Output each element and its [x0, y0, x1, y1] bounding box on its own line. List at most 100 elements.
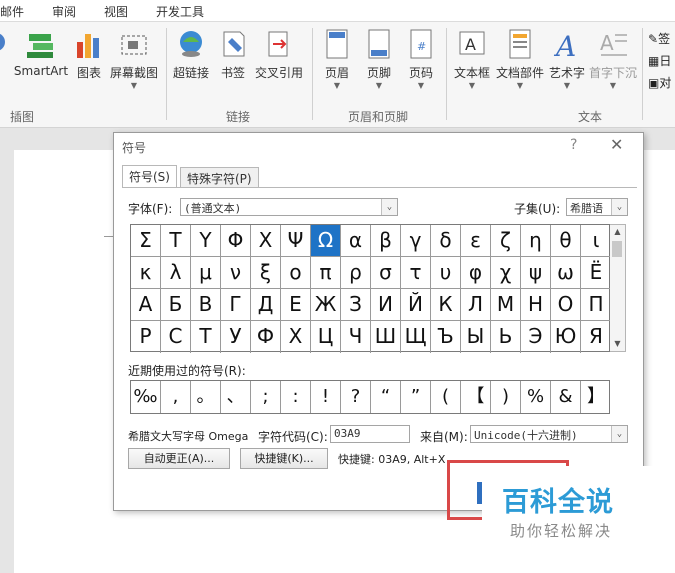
scroll-up-icon[interactable]: ▲ — [610, 225, 625, 239]
symbol-cell[interactable]: λ — [161, 257, 191, 289]
symbol-cell[interactable]: Я — [581, 321, 611, 353]
symbol-cell[interactable]: Ш — [371, 321, 401, 353]
symbol-cell[interactable]: υ — [431, 257, 461, 289]
symbol-cell[interactable]: С — [161, 321, 191, 353]
symbol-cell[interactable]: Г — [221, 289, 251, 321]
symbol-cell[interactable]: τ — [401, 257, 431, 289]
symbol-cell[interactable]: ν — [221, 257, 251, 289]
object-button[interactable]: ▣对 — [648, 74, 671, 91]
symbol-cell[interactable]: δ — [431, 225, 461, 257]
hyperlink-button[interactable]: 超链接 — [172, 28, 210, 81]
symbol-cell[interactable]: Л — [461, 289, 491, 321]
screenshot-button[interactable]: 屏幕截图 ▼ — [108, 28, 160, 91]
bookmark-button[interactable]: 书签 — [218, 28, 248, 81]
font-select[interactable]: (普通文本) ⌄ — [180, 198, 398, 216]
symbol-cell[interactable]: μ — [191, 257, 221, 289]
symbol-cell[interactable]: Ё — [581, 257, 611, 289]
symbol-cell[interactable]: ο — [281, 257, 311, 289]
recent-symbol-cell[interactable]: 】 — [581, 381, 611, 413]
recent-symbol-cell[interactable]: ( — [431, 381, 461, 413]
symbol-cell[interactable]: И — [371, 289, 401, 321]
symbol-cell[interactable]: В — [191, 289, 221, 321]
scroll-down-icon[interactable]: ▼ — [610, 337, 625, 351]
symbol-cell[interactable]: α — [341, 225, 371, 257]
symbol-cell[interactable]: Υ — [191, 225, 221, 257]
tab-review[interactable]: 审阅 — [52, 3, 76, 20]
recent-symbol-cell[interactable]: ; — [251, 381, 281, 413]
subset-select[interactable]: 希腊语 ⌄ — [566, 198, 628, 216]
charcode-input[interactable]: 03A9 — [330, 425, 410, 443]
symbol-cell[interactable]: ξ — [251, 257, 281, 289]
shapes-button[interactable] — [0, 28, 6, 64]
recent-symbol-cell[interactable]: : — [281, 381, 311, 413]
recent-symbol-cell[interactable]: “ — [371, 381, 401, 413]
symbol-cell[interactable]: У — [221, 321, 251, 353]
symbol-cell[interactable]: Е — [281, 289, 311, 321]
symbol-grid-scrollbar[interactable]: ▲ ▼ — [610, 224, 626, 352]
symbol-cell[interactable]: Ч — [341, 321, 371, 353]
symbol-cell[interactable]: ρ — [341, 257, 371, 289]
tab-mailings[interactable]: 邮件 — [0, 3, 24, 20]
symbol-cell[interactable]: φ — [461, 257, 491, 289]
recent-symbol-cell[interactable]: 【 — [461, 381, 491, 413]
symbol-cell[interactable]: Б — [161, 289, 191, 321]
wordart-button[interactable]: A 艺术字 ▼ — [548, 28, 586, 91]
symbol-cell[interactable]: Φ — [221, 225, 251, 257]
symbol-cell[interactable]: β — [371, 225, 401, 257]
close-icon[interactable]: ✕ — [610, 135, 623, 154]
symbol-cell[interactable]: Й — [401, 289, 431, 321]
symbol-cell[interactable]: К — [431, 289, 461, 321]
quickparts-button[interactable]: 文档部件 ▼ — [494, 28, 546, 91]
page-number-button[interactable]: # 页码 ▼ — [404, 28, 438, 91]
symbol-cell[interactable]: Χ — [251, 225, 281, 257]
symbol-cell[interactable]: Р — [131, 321, 161, 353]
symbol-cell[interactable]: Ψ — [281, 225, 311, 257]
symbol-cell[interactable]: Т — [191, 321, 221, 353]
recent-symbol-cell[interactable]: ? — [341, 381, 371, 413]
textbox-button[interactable]: A 文本框 ▼ — [452, 28, 492, 91]
recent-symbol-cell[interactable]: % — [521, 381, 551, 413]
date-time-button[interactable]: ▦日 — [648, 52, 671, 69]
symbol-cell[interactable]: ι — [581, 225, 611, 257]
symbol-cell[interactable]: Х — [281, 321, 311, 353]
signature-line-button[interactable]: ✎签 — [648, 30, 670, 47]
tab-symbols[interactable]: 符号(S) — [122, 165, 177, 187]
chevron-down-icon[interactable]: ⌄ — [381, 199, 397, 215]
symbol-cell[interactable]: М — [491, 289, 521, 321]
tab-developer[interactable]: 开发工具 — [156, 3, 204, 20]
recent-symbol-cell[interactable]: 。 — [191, 381, 221, 413]
recent-symbol-cell[interactable]: ) — [491, 381, 521, 413]
symbol-cell[interactable]: З — [341, 289, 371, 321]
autocorrect-button[interactable]: 自动更正(A)... — [128, 448, 230, 469]
symbol-cell[interactable]: Τ — [161, 225, 191, 257]
symbol-cell[interactable]: Ъ — [431, 321, 461, 353]
symbol-cell[interactable]: ζ — [491, 225, 521, 257]
tab-view[interactable]: 视图 — [104, 3, 128, 20]
recent-symbol-cell[interactable]: ” — [401, 381, 431, 413]
smartart-button[interactable]: SmartArt — [12, 28, 70, 78]
symbol-cell[interactable]: Ф — [251, 321, 281, 353]
crossref-button[interactable]: 交叉引用 — [254, 28, 304, 81]
tab-special-characters[interactable]: 特殊字符(P) — [180, 167, 259, 187]
recent-symbol-cell[interactable]: ‰ — [131, 381, 161, 413]
symbol-cell[interactable]: А — [131, 289, 161, 321]
footer-button[interactable]: 页脚 ▼ — [362, 28, 396, 91]
chevron-down-icon[interactable]: ⌄ — [611, 199, 627, 215]
symbol-cell[interactable]: π — [311, 257, 341, 289]
header-button[interactable]: 页眉 ▼ — [320, 28, 354, 91]
recent-symbol-cell[interactable]: ! — [311, 381, 341, 413]
symbol-cell[interactable]: Ы — [461, 321, 491, 353]
symbol-cell[interactable]: ε — [461, 225, 491, 257]
dropcap-button[interactable]: A 首字下沉 ▼ — [588, 28, 638, 91]
symbol-cell[interactable]: κ — [131, 257, 161, 289]
symbol-cell[interactable]: Д — [251, 289, 281, 321]
symbol-cell[interactable]: Н — [521, 289, 551, 321]
recent-symbol-cell[interactable]: 、 — [221, 381, 251, 413]
symbol-cell[interactable]: Ц — [311, 321, 341, 353]
symbol-cell[interactable]: Ω — [311, 225, 341, 257]
symbol-cell[interactable]: η — [521, 225, 551, 257]
symbol-cell[interactable]: σ — [371, 257, 401, 289]
symbol-cell[interactable]: ψ — [521, 257, 551, 289]
symbol-cell[interactable]: Ю — [551, 321, 581, 353]
symbol-cell[interactable]: χ — [491, 257, 521, 289]
